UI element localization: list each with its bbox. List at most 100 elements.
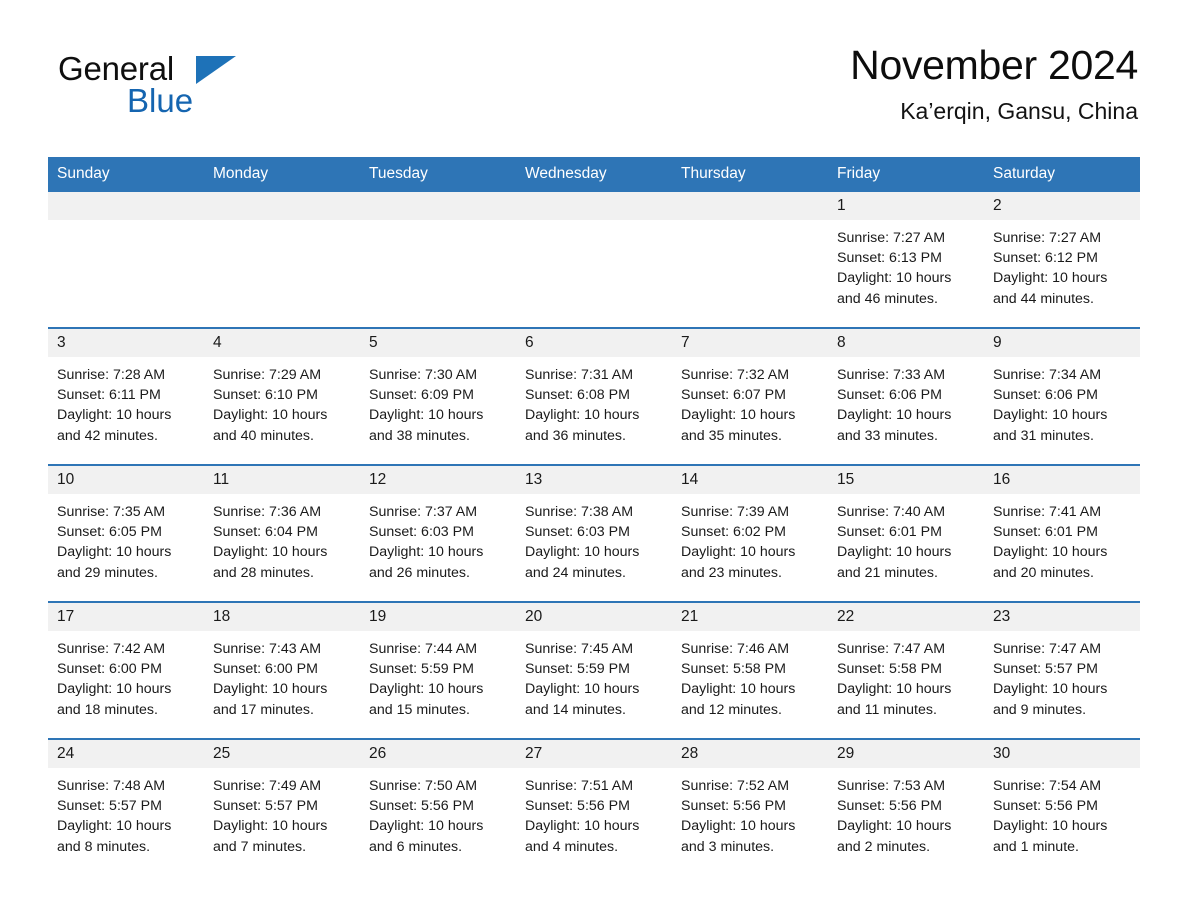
sunset-text: Sunset: 6:10 PM <box>213 387 318 404</box>
day-number: 26 <box>360 740 516 768</box>
calendar-day-cell[interactable]: 20 Sunrise: 7:45 AM Sunset: 5:59 PM Dayligh… <box>516 601 672 739</box>
daylight-text: Daylight: 10 hours and 3 minutes. <box>681 818 796 855</box>
calendar-day-cell[interactable]: 3 Sunrise: 7:28 AM Sunset: 6:11 PM Daylight… <box>48 327 204 465</box>
calendar-day-cell[interactable]: 29 Sunrise: 7:53 AM Sunset: 5:56 PM Dayligh… <box>828 738 984 875</box>
calendar-day-cell[interactable]: 16 Sunrise: 7:41 AM Sunset: 6:01 PM Dayligh… <box>984 464 1140 602</box>
calendar-day-cell[interactable]: 17 Sunrise: 7:42 AM Sunset: 6:00 PM Dayligh… <box>48 601 204 739</box>
day-sun-info: Sunrise: 7:37 AM Sunset: 6:03 PM Daylight:… <box>360 494 516 583</box>
calendar-day-cell[interactable]: 21 Sunrise: 7:46 AM Sunset: 5:58 PM Dayligh… <box>672 601 828 739</box>
calendar-day-cell[interactable]: 23 Sunrise: 7:47 AM Sunset: 5:57 PM Dayligh… <box>984 601 1140 739</box>
calendar-day-cell-empty <box>360 192 516 328</box>
sunset-text: Sunset: 5:56 PM <box>681 798 786 815</box>
calendar-day-cell[interactable]: 19 Sunrise: 7:44 AM Sunset: 5:59 PM Dayligh… <box>360 601 516 739</box>
sunrise-text: Sunrise: 7:42 AM <box>57 641 166 657</box>
calendar-day-cell[interactable]: 12 Sunrise: 7:37 AM Sunset: 6:03 PM Dayligh… <box>360 464 516 602</box>
sunset-text: Sunset: 6:09 PM <box>369 387 474 404</box>
sunset-text: Sunset: 6:03 PM <box>525 524 630 541</box>
calendar-day-cell[interactable]: 24 Sunrise: 7:48 AM Sunset: 5:57 PM Dayligh… <box>48 738 204 875</box>
day-number: 12 <box>360 466 516 494</box>
sunrise-text: Sunrise: 7:35 AM <box>57 504 166 520</box>
calendar-day-cell[interactable]: 27 Sunrise: 7:51 AM Sunset: 5:56 PM Dayligh… <box>516 738 672 875</box>
sunset-text: Sunset: 6:06 PM <box>993 387 1098 404</box>
day-sun-info: Sunrise: 7:51 AM Sunset: 5:56 PM Daylight:… <box>516 768 672 857</box>
daylight-text: Daylight: 10 hours and 12 minutes. <box>681 681 796 718</box>
calendar-day-cell[interactable]: 9 Sunrise: 7:34 AM Sunset: 6:06 PM Daylight… <box>984 327 1140 465</box>
day-number: 3 <box>48 329 204 357</box>
day-sun-info: Sunrise: 7:34 AM Sunset: 6:06 PM Daylight:… <box>984 357 1140 446</box>
day-number <box>360 192 516 220</box>
sunset-text: Sunset: 6:06 PM <box>837 387 942 404</box>
day-number: 23 <box>984 603 1140 631</box>
sunset-text: Sunset: 6:12 PM <box>993 250 1098 267</box>
calendar-day-cell[interactable]: 1 Sunrise: 7:27 AM Sunset: 6:13 PM Daylight… <box>828 192 984 328</box>
sunrise-text: Sunrise: 7:51 AM <box>525 778 634 794</box>
calendar-day-cell-empty <box>204 192 360 328</box>
sunset-text: Sunset: 5:57 PM <box>213 798 318 815</box>
day-sun-info: Sunrise: 7:47 AM Sunset: 5:58 PM Daylight:… <box>828 631 984 720</box>
sunset-text: Sunset: 5:59 PM <box>369 661 474 678</box>
calendar-day-cell[interactable]: 6 Sunrise: 7:31 AM Sunset: 6:08 PM Daylight… <box>516 327 672 465</box>
calendar-body: 1 Sunrise: 7:27 AM Sunset: 6:13 PM Daylight… <box>48 192 1140 875</box>
sunset-text: Sunset: 5:56 PM <box>993 798 1098 815</box>
triangle-flag-icon <box>196 56 236 84</box>
sunset-text: Sunset: 5:58 PM <box>837 661 942 678</box>
calendar-day-cell[interactable]: 26 Sunrise: 7:50 AM Sunset: 5:56 PM Dayligh… <box>360 738 516 875</box>
calendar-day-cell[interactable]: 22 Sunrise: 7:47 AM Sunset: 5:58 PM Dayligh… <box>828 601 984 739</box>
day-sun-info: Sunrise: 7:29 AM Sunset: 6:10 PM Daylight:… <box>204 357 360 446</box>
day-sun-info: Sunrise: 7:41 AM Sunset: 6:01 PM Daylight:… <box>984 494 1140 583</box>
day-number <box>672 192 828 220</box>
day-sun-info: Sunrise: 7:36 AM Sunset: 6:04 PM Daylight:… <box>204 494 360 583</box>
calendar-week-row: 3 Sunrise: 7:28 AM Sunset: 6:11 PM Daylight… <box>48 327 1140 465</box>
daylight-text: Daylight: 10 hours and 21 minutes. <box>837 544 952 581</box>
calendar-day-cell[interactable]: 11 Sunrise: 7:36 AM Sunset: 6:04 PM Dayligh… <box>204 464 360 602</box>
sunrise-text: Sunrise: 7:48 AM <box>57 778 166 794</box>
sunrise-text: Sunrise: 7:32 AM <box>681 367 790 383</box>
daylight-text: Daylight: 10 hours and 20 minutes. <box>993 544 1108 581</box>
sunrise-text: Sunrise: 7:27 AM <box>837 230 946 246</box>
sunset-text: Sunset: 6:03 PM <box>369 524 474 541</box>
calendar-day-cell[interactable]: 4 Sunrise: 7:29 AM Sunset: 6:10 PM Daylight… <box>204 327 360 465</box>
calendar-day-cell[interactable]: 10 Sunrise: 7:35 AM Sunset: 6:05 PM Dayligh… <box>48 464 204 602</box>
daylight-text: Daylight: 10 hours and 14 minutes. <box>525 681 640 718</box>
calendar-day-cell[interactable]: 7 Sunrise: 7:32 AM Sunset: 6:07 PM Daylight… <box>672 327 828 465</box>
calendar-day-cell[interactable]: 28 Sunrise: 7:52 AM Sunset: 5:56 PM Dayligh… <box>672 738 828 875</box>
calendar-page: General Blue November 2024 Ka’erqin, Gan… <box>0 0 1188 918</box>
sunrise-text: Sunrise: 7:37 AM <box>369 504 478 520</box>
sunrise-text: Sunrise: 7:40 AM <box>837 504 946 520</box>
calendar-day-cell[interactable]: 25 Sunrise: 7:49 AM Sunset: 5:57 PM Dayligh… <box>204 738 360 875</box>
day-number: 5 <box>360 329 516 357</box>
sunset-text: Sunset: 6:01 PM <box>837 524 942 541</box>
calendar-day-cell[interactable]: 13 Sunrise: 7:38 AM Sunset: 6:03 PM Dayligh… <box>516 464 672 602</box>
sunrise-text: Sunrise: 7:34 AM <box>993 367 1102 383</box>
day-sun-info: Sunrise: 7:30 AM Sunset: 6:09 PM Daylight:… <box>360 357 516 446</box>
calendar-day-cell[interactable]: 2 Sunrise: 7:27 AM Sunset: 6:12 PM Daylight… <box>984 192 1140 328</box>
calendar-day-cell[interactable]: 14 Sunrise: 7:39 AM Sunset: 6:02 PM Dayligh… <box>672 464 828 602</box>
day-number: 28 <box>672 740 828 768</box>
daylight-text: Daylight: 10 hours and 40 minutes. <box>213 407 328 444</box>
sunrise-text: Sunrise: 7:31 AM <box>525 367 634 383</box>
calendar-day-cell[interactable]: 18 Sunrise: 7:43 AM Sunset: 6:00 PM Dayligh… <box>204 601 360 739</box>
sunset-text: Sunset: 6:11 PM <box>57 387 161 404</box>
day-number: 16 <box>984 466 1140 494</box>
daylight-text: Daylight: 10 hours and 4 minutes. <box>525 818 640 855</box>
daylight-text: Daylight: 10 hours and 29 minutes. <box>57 544 172 581</box>
calendar-week-row: 17 Sunrise: 7:42 AM Sunset: 6:00 PM Dayligh… <box>48 601 1140 739</box>
day-number: 21 <box>672 603 828 631</box>
day-number <box>204 192 360 220</box>
sunrise-text: Sunrise: 7:39 AM <box>681 504 790 520</box>
calendar-day-cell[interactable]: 15 Sunrise: 7:40 AM Sunset: 6:01 PM Dayligh… <box>828 464 984 602</box>
day-number: 9 <box>984 329 1140 357</box>
day-number: 13 <box>516 466 672 494</box>
day-number: 24 <box>48 740 204 768</box>
generalblue-logo[interactable]: General Blue <box>48 44 248 118</box>
calendar-day-cell[interactable]: 5 Sunrise: 7:30 AM Sunset: 6:09 PM Daylight… <box>360 327 516 465</box>
calendar-day-cell[interactable]: 8 Sunrise: 7:33 AM Sunset: 6:06 PM Daylight… <box>828 327 984 465</box>
day-number: 15 <box>828 466 984 494</box>
sunrise-text: Sunrise: 7:38 AM <box>525 504 634 520</box>
sunset-text: Sunset: 6:00 PM <box>57 661 162 678</box>
day-number: 1 <box>828 192 984 220</box>
sunrise-text: Sunrise: 7:27 AM <box>993 230 1102 246</box>
brand-name-general: General <box>58 50 175 87</box>
calendar-day-cell[interactable]: 30 Sunrise: 7:54 AM Sunset: 5:56 PM Dayligh… <box>984 738 1140 875</box>
sunset-text: Sunset: 6:04 PM <box>213 524 318 541</box>
